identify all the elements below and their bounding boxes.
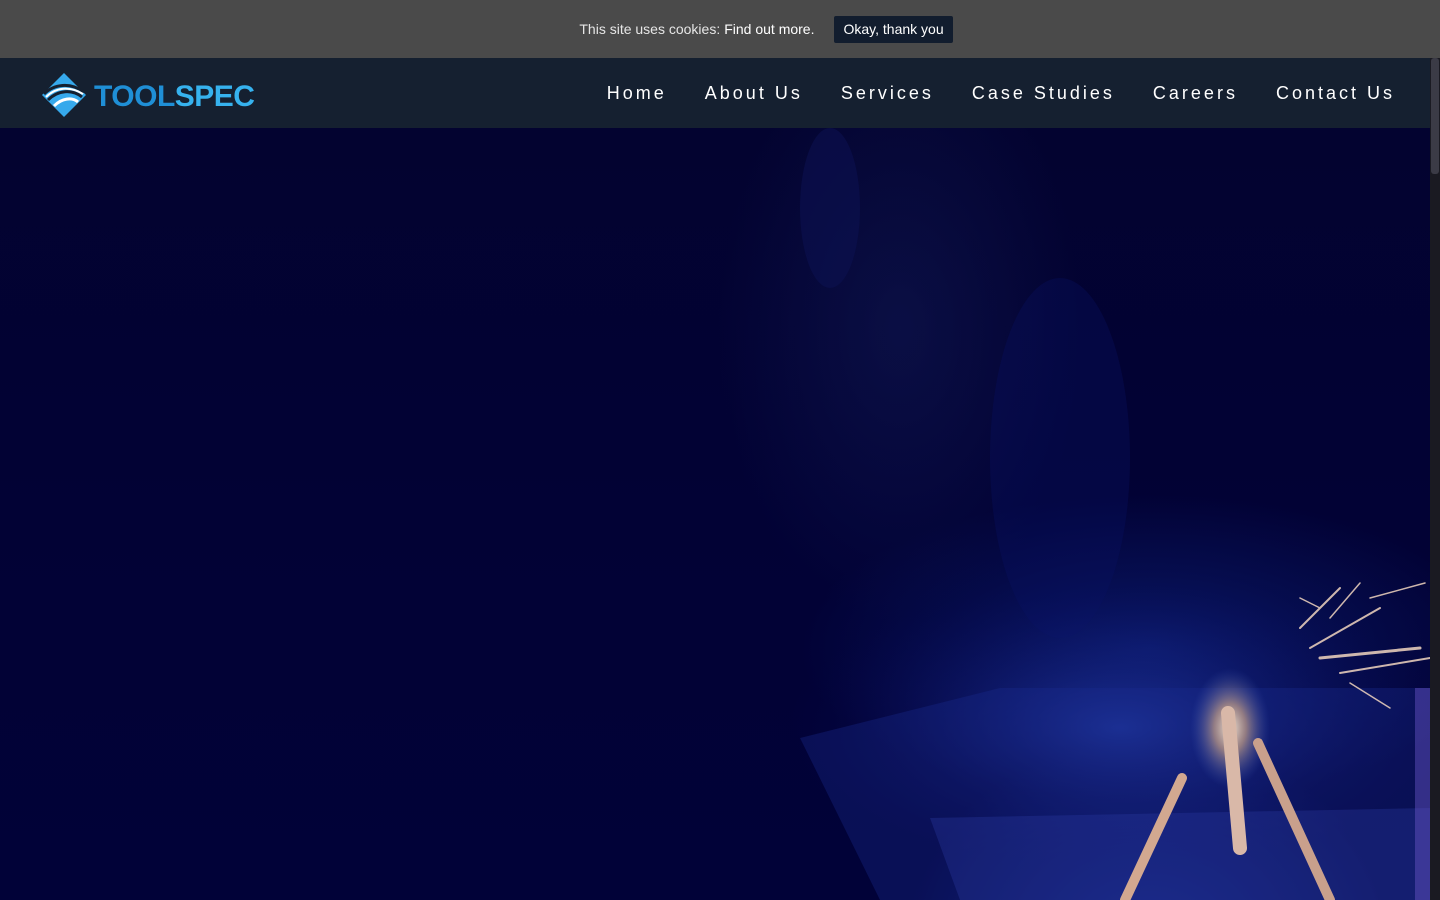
cookie-accept-button[interactable]: Okay, thank you (834, 15, 953, 43)
nav-item-case-studies[interactable]: Case Studies (972, 82, 1115, 104)
site-header: TOOLSPEC Home About Us Services Case Stu… (0, 58, 1440, 128)
toolspec-diamond-logo-icon (42, 73, 86, 117)
nav-item-home[interactable]: Home (607, 82, 667, 104)
cookie-message: This site uses cookies: (579, 21, 721, 37)
logo-text-spec: SPEC (174, 79, 255, 113)
logo-text: TOOLSPEC (94, 79, 255, 113)
hero-banner (0, 128, 1430, 900)
main-nav: Home About Us Services Case Studies Care… (569, 58, 1440, 128)
page-scrollbar[interactable] (1430, 58, 1440, 900)
nav-item-services[interactable]: Services (841, 82, 934, 104)
welding-sparks-image (790, 128, 1430, 900)
cookie-find-out-more-link[interactable]: Find out more. (724, 21, 814, 37)
scrollbar-thumb[interactable] (1431, 58, 1439, 174)
logo[interactable]: TOOLSPEC (40, 72, 255, 118)
nav-item-contact-us[interactable]: Contact Us (1276, 82, 1395, 104)
cookie-banner: This site uses cookies: Find out more. O… (0, 0, 1440, 58)
nav-item-about-us[interactable]: About Us (705, 82, 803, 104)
logo-text-tool: TOOL (94, 79, 175, 113)
nav-item-careers[interactable]: Careers (1153, 82, 1238, 104)
